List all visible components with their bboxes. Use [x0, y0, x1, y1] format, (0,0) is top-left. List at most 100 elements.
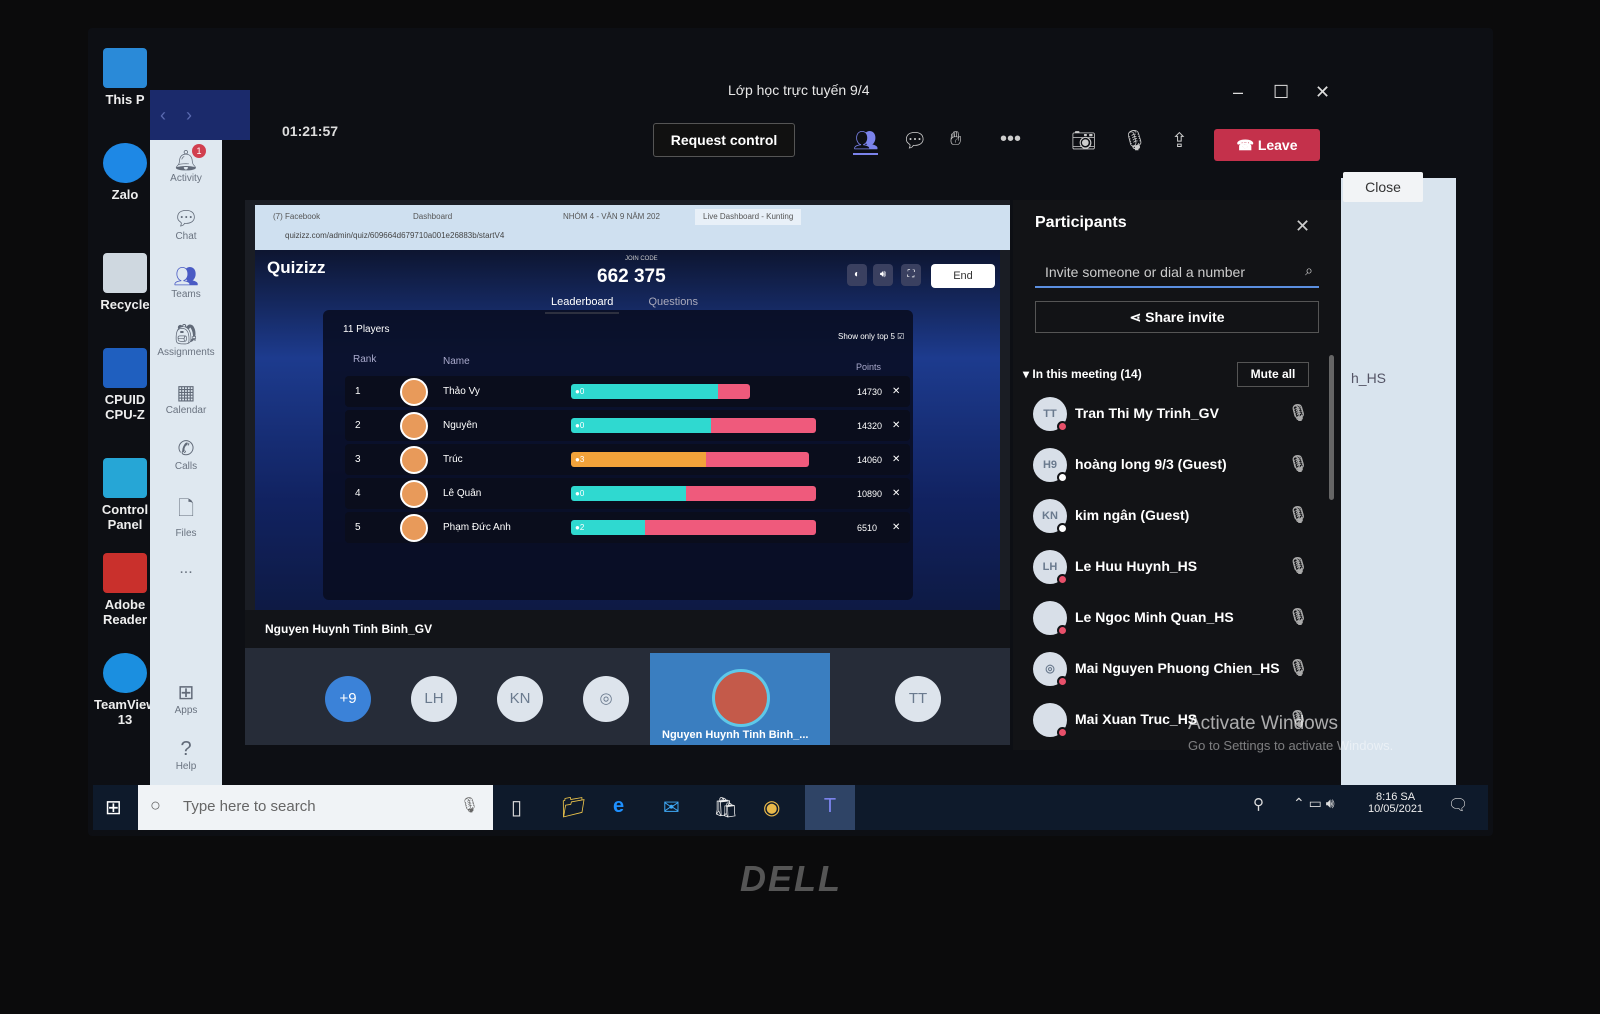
theme-icon[interactable]: ◐ — [847, 264, 867, 286]
correct-segment: ●3 — [571, 452, 706, 467]
file-explorer-icon[interactable]: 📁︎ — [561, 795, 586, 820]
mail-icon[interactable]: ✉ — [663, 795, 680, 820]
featured-video-tile[interactable]: Nguyen Huynh Tinh Binh_... — [650, 653, 830, 745]
store-icon[interactable]: 🛍︎ — [713, 795, 738, 820]
participants-icon[interactable]: 👥︎ — [853, 128, 879, 155]
status-indicator — [1057, 676, 1068, 687]
hangup-icon: ☎ — [1236, 137, 1258, 153]
rail-help[interactable]: ? Help — [150, 738, 222, 772]
taskbar-search[interactable]: ○ Type here to search 🎙︎ — [138, 785, 493, 830]
task-view-icon[interactable]: ▯ — [511, 795, 522, 820]
scrollbar[interactable] — [1329, 355, 1334, 500]
rank: 4 — [355, 488, 361, 499]
participant-row[interactable]: KN kim ngân (Guest) 🎙︎ — [1033, 499, 1323, 539]
mic-muted-icon[interactable]: 🎙︎ — [1288, 556, 1308, 576]
reactions-icon[interactable]: ✋︎ — [950, 128, 961, 151]
desktop-icon-this-pc[interactable]: This P — [94, 48, 156, 107]
rail-calendar[interactable]: ▦ Calendar — [150, 380, 222, 416]
desktop-icon-zalo[interactable]: Zalo — [94, 143, 156, 202]
invite-input[interactable]: Invite someone or dial a number ⌕ — [1035, 258, 1319, 288]
rail-apps[interactable]: ⊞ Apps — [150, 680, 222, 716]
participant-row[interactable]: ◎ Mai Nguyen Phuong Chien_HS 🎙︎ — [1033, 652, 1323, 692]
back-icon[interactable]: ‹ — [160, 105, 166, 125]
remove-player-icon[interactable]: ✕ — [892, 522, 900, 533]
participant-row[interactable]: TT Tran Thi My Trinh_GV 🎙︎ — [1033, 397, 1323, 437]
desktop-icon-cpuz[interactable]: CPUID CPU-Z — [94, 348, 156, 422]
desktop-icon-adobe-reader[interactable]: Adobe Reader — [94, 553, 156, 627]
edge-icon[interactable]: e — [613, 795, 624, 818]
close-panel-icon[interactable]: ✕ — [1295, 216, 1310, 237]
rail-calls[interactable]: ✆ Calls — [150, 436, 222, 472]
notifications-icon[interactable]: 🗨︎ — [1448, 795, 1468, 815]
rail-assignments[interactable]: 🎒︎ Assignments — [150, 322, 222, 358]
remove-player-icon[interactable]: ✕ — [892, 488, 900, 499]
leaderboard-row: 3 Trúc ●3 14060 ✕ — [345, 444, 910, 475]
mic-off-icon[interactable]: 🎙︎ — [1122, 128, 1147, 153]
people-icon[interactable]: ⚲ — [1253, 795, 1264, 813]
participant-name: hoàng long 9/3 (Guest) — [1075, 456, 1227, 472]
correct-segment: ●0 — [571, 384, 718, 399]
mic-muted-icon[interactable]: 🎙︎ — [1288, 607, 1308, 627]
featured-name: Nguyen Huynh Tinh Binh_... — [662, 729, 809, 741]
rail-teams[interactable]: 👥︎ Teams — [150, 264, 222, 300]
end-button[interactable]: End — [931, 264, 995, 288]
rail-chat[interactable]: 💬︎ Chat — [150, 206, 222, 242]
teams-app-rail: 🔔︎ 1 Activity 💬︎ Chat 👥︎ Teams 🎒︎ Assignments… — [150, 140, 222, 785]
clock[interactable]: 8:16 SA 10/05/2021 — [1368, 791, 1423, 815]
rail-activity[interactable]: 🔔︎ 1 Activity — [150, 144, 222, 184]
browser-tab[interactable]: (7) Facebook — [265, 209, 328, 225]
mic-muted-icon[interactable]: 🎙︎ — [1288, 505, 1308, 525]
mic-muted-icon[interactable]: 🎙︎ — [1288, 403, 1308, 423]
remove-player-icon[interactable]: ✕ — [892, 420, 900, 431]
desktop-icon-control-panel[interactable]: Control Panel — [94, 458, 156, 532]
player-points: 6510 — [857, 523, 878, 533]
close-window-button[interactable]: ✕ — [1315, 82, 1330, 103]
close-button[interactable]: Close — [1343, 172, 1423, 202]
share-screen-icon[interactable]: ⇪ — [1171, 128, 1188, 153]
participant-thumbnail[interactable]: LH — [411, 676, 457, 722]
forward-icon[interactable]: › — [186, 105, 192, 125]
chrome-icon[interactable]: ◉ — [763, 795, 780, 820]
browser-tab[interactable]: Dashboard — [405, 209, 460, 225]
desktop-icon-teamviewer[interactable]: TeamViewer 13 — [94, 653, 169, 727]
show-top5-toggle[interactable]: Show only top 5 ☑ — [838, 332, 904, 341]
player-count: 11 Players — [343, 324, 390, 335]
meeting-title: Lớp học trực tuyến 9/4 — [728, 82, 870, 98]
more-options-icon[interactable]: ••• — [1000, 128, 1021, 151]
camera-off-icon[interactable]: 📷︎ — [1071, 128, 1096, 153]
mic-muted-icon[interactable]: 🎙︎ — [1288, 454, 1308, 474]
browser-tab[interactable]: NHÓM 4 - VĂN 9 NĂM 202 — [555, 209, 668, 225]
wrong-segment — [718, 384, 750, 399]
address-bar[interactable]: quizizz.com/admin/quiz/609664d679710a001… — [255, 227, 1010, 247]
participant-row[interactable]: LH Le Huu Huynh_HS 🎙︎ — [1033, 550, 1323, 590]
remove-player-icon[interactable]: ✕ — [892, 386, 900, 397]
chat-toggle-icon[interactable]: 💬︎ — [902, 128, 927, 153]
mic-muted-icon[interactable]: 🎙︎ — [1288, 658, 1308, 678]
participant-thumbnail[interactable]: TT — [895, 676, 941, 722]
in-meeting-section[interactable]: ▾ In this meeting (14) — [1023, 367, 1142, 381]
browser-tab[interactable]: Live Dashboard - Kunting — [695, 209, 802, 225]
fullscreen-icon[interactable]: ⛶ — [901, 264, 921, 286]
accuracy-bar: ●0 — [571, 384, 750, 399]
share-invite-button[interactable]: ⋖ Share invite — [1035, 301, 1319, 333]
tab-questions[interactable]: Questions — [648, 296, 698, 308]
desktop-icon-recycle-bin[interactable]: Recycle — [94, 253, 156, 312]
teams-taskbar-icon[interactable]: T — [805, 785, 855, 830]
status-indicator — [1057, 472, 1068, 483]
remove-player-icon[interactable]: ✕ — [892, 454, 900, 465]
request-control-button[interactable]: Request control — [653, 123, 795, 157]
sound-icon[interactable]: 🔊︎ — [873, 264, 893, 286]
windows-start-icon[interactable]: ⊞ — [105, 795, 122, 820]
maximize-button[interactable]: ☐ — [1273, 82, 1289, 103]
minimize-button[interactable]: – — [1233, 82, 1243, 103]
more-participants-button[interactable]: +9 — [325, 676, 371, 722]
mute-all-button[interactable]: Mute all — [1237, 362, 1309, 387]
rail-more[interactable]: ... — [150, 560, 222, 578]
participant-thumbnail[interactable]: KN — [497, 676, 543, 722]
tray-icons[interactable]: ⌃ ▭ 🔊︎ — [1293, 795, 1335, 812]
participant-row[interactable]: H9 hoàng long 9/3 (Guest) 🎙︎ — [1033, 448, 1323, 488]
leave-button[interactable]: ☎ Leave — [1214, 129, 1320, 161]
participant-thumbnail[interactable]: ◎ — [583, 676, 629, 722]
participant-row[interactable]: Le Ngoc Minh Quan_HS 🎙︎ — [1033, 601, 1323, 641]
rail-files[interactable]: 🗋 Files — [150, 494, 222, 539]
